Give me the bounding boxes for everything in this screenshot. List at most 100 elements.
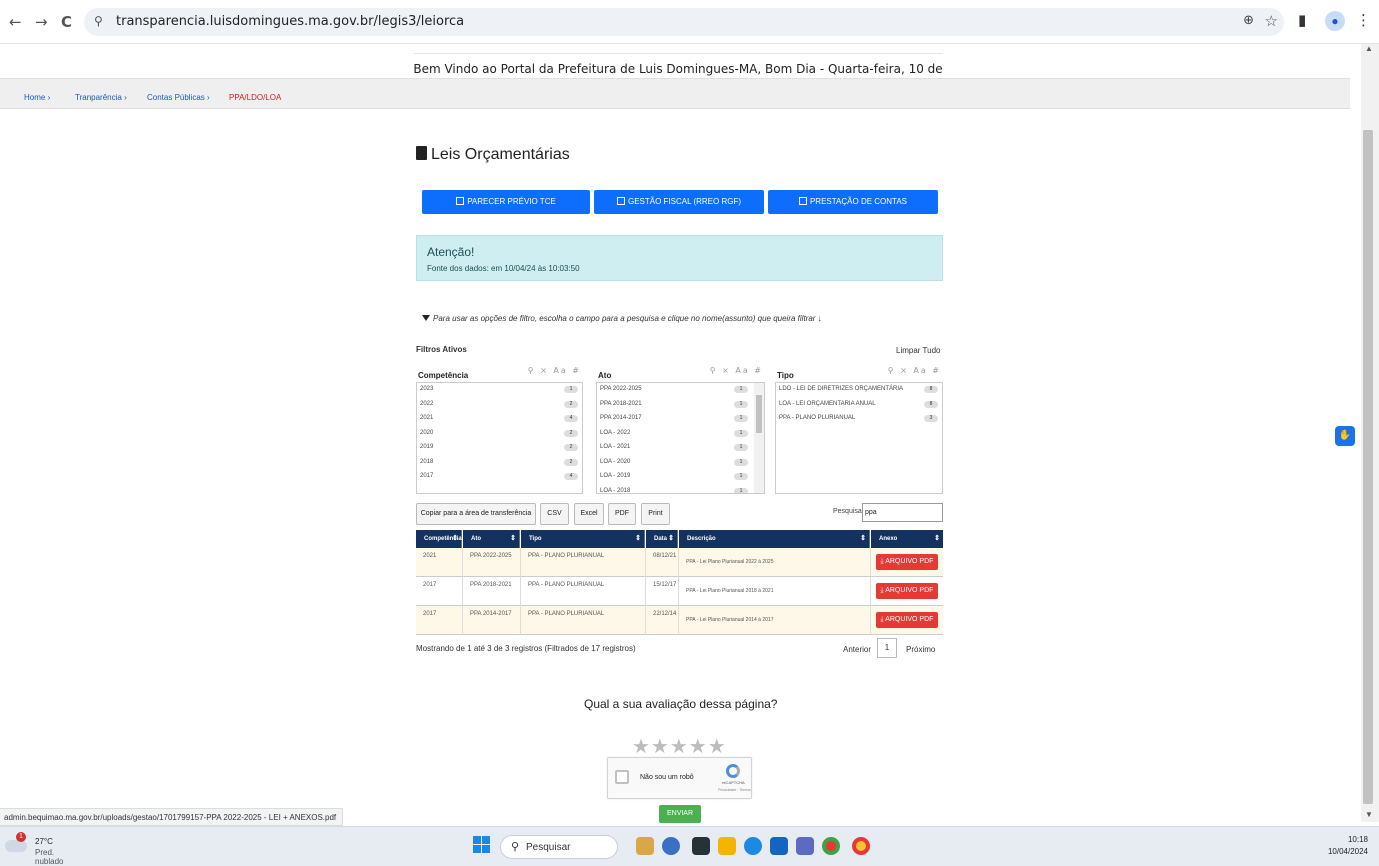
copilot-app-icon[interactable] <box>662 837 680 855</box>
col-data[interactable]: Data ⇕ <box>646 530 678 548</box>
filter-option[interactable]: 2020 2 <box>417 427 582 442</box>
pdf-button[interactable]: PDF <box>608 503 636 525</box>
bookmark-star-icon[interactable]: ☆ <box>1265 12 1278 30</box>
filter-option[interactable]: 2022 2 <box>417 398 582 413</box>
filter-competencia-list[interactable]: 2023 1 2022 2 2021 4 2020 2 2019 2 2018 2 2017 4 <box>416 382 583 494</box>
filter-option[interactable]: PPA 2018-2021 1 <box>597 398 764 413</box>
task-view-icon[interactable] <box>692 837 710 855</box>
page-title: Leis Orçamentárias <box>416 146 570 164</box>
chrome-active-app-icon[interactable] <box>852 837 870 855</box>
edge-browser-icon[interactable] <box>744 837 762 855</box>
excel-button[interactable]: Excel <box>574 503 604 525</box>
col-descricao[interactable]: Descrição ⇕ <box>679 530 870 548</box>
widgets-app-icon[interactable] <box>636 837 654 855</box>
sort-icon[interactable]: ⇕ <box>452 530 458 548</box>
file-explorer-icon[interactable] <box>718 837 736 855</box>
copy-clipboard-button[interactable]: Copiar para a área de transferência <box>416 503 536 525</box>
sort-icon[interactable]: ⇕ <box>934 530 940 548</box>
filter-list-scrollbar[interactable] <box>754 383 764 493</box>
filter-option[interactable]: 2021 4 <box>417 412 582 427</box>
gestao-fiscal-button[interactable]: GESTÃO FISCAL (RREO RGF) <box>594 190 764 214</box>
cell-tipo: PPA - PLANO PLURIANUAL <box>521 548 646 577</box>
filter-option[interactable]: PPA 2022-2025 1 <box>597 383 764 398</box>
filter-option[interactable]: PPA 2014-2017 1 <box>597 412 764 427</box>
filter-tools[interactable]: ⚲ × Aa # <box>888 366 941 375</box>
filter-option[interactable]: LOA - 2021 1 <box>597 441 764 456</box>
scroll-down-arrow-icon[interactable]: ▼ <box>1365 810 1373 819</box>
filter-option[interactable]: 2019 2 <box>417 441 582 456</box>
filter-competencia-label: Competência <box>418 371 469 380</box>
table-row: 2017 PPA 2018-2021 PPA - PLANO PLURIANUAL 1… <box>416 577 943 606</box>
filter-option[interactable]: LOA - 2018 1 <box>597 485 764 493</box>
filter-tipo-list[interactable]: LDO - LEI DE DIRETRIZES ORÇAMENTÁRIA 8 LOA… <box>775 382 943 494</box>
breadcrumb-transparencia[interactable]: Tranparência › <box>75 93 127 102</box>
url-text[interactable]: transparencia.luisdomingues.ma.gov.br/le… <box>116 14 464 29</box>
sort-icon[interactable]: ⇕ <box>510 530 516 548</box>
scrollbar-thumb[interactable] <box>1363 130 1373 804</box>
weather-temp: 27°C <box>35 837 53 846</box>
filter-option[interactable]: 2023 1 <box>417 383 582 398</box>
teams-app-icon[interactable] <box>796 837 814 855</box>
store-app-icon[interactable] <box>770 837 788 855</box>
filter-option-count: 1 <box>734 487 748 493</box>
print-button[interactable]: Print <box>641 503 670 525</box>
filter-option[interactable]: PPA - PLANO PLURIANUAL 3 <box>776 412 942 427</box>
previous-page-button[interactable]: Anterior <box>843 645 871 654</box>
cell-competencia: 2021 <box>416 548 463 577</box>
filter-option[interactable]: LOA - LEI ORÇAMENTARIA ANUAL 8 <box>776 398 942 413</box>
scroll-up-arrow-icon[interactable]: ▲ <box>1365 44 1373 53</box>
filter-ato-list[interactable]: PPA 2022-2025 1 PPA 2018-2021 1 PPA 2014-201… <box>596 382 765 494</box>
taskbar-clock[interactable]: 10:18 10/04/2024 <box>1306 835 1368 856</box>
side-panel-icon[interactable]: ▮ <box>1298 11 1306 29</box>
filter-option[interactable]: 2017 4 <box>417 470 582 485</box>
taskbar-search[interactable]: ⚲ Pesquisar <box>500 835 618 859</box>
sort-icon[interactable]: ⇕ <box>668 530 674 548</box>
forward-button[interactable]: → <box>35 13 48 31</box>
sort-icon[interactable]: ⇕ <box>635 530 641 548</box>
download-pdf-button[interactable]: ⤓ ARQUIVO PDF <box>876 554 938 570</box>
reload-button[interactable]: C <box>61 13 72 31</box>
filter-option-count: 2 <box>564 444 578 451</box>
rating-stars[interactable]: ★★★★★ <box>632 734 727 758</box>
download-pdf-button[interactable]: ⤓ ARQUIVO PDF <box>876 583 938 599</box>
address-bar[interactable]: ⚲ transparencia.luisdomingues.ma.gov.br/… <box>84 8 1284 36</box>
submit-button[interactable]: ENVIAR <box>659 805 701 823</box>
filter-tools[interactable]: ⚲ × Aa # <box>528 366 581 375</box>
sort-icon[interactable]: ⇕ <box>860 530 866 548</box>
zoom-icon[interactable]: ⊕ <box>1243 13 1254 28</box>
col-tipo[interactable]: Tipo ⇕ <box>521 530 645 548</box>
filter-option[interactable]: LOA - 2022 1 <box>597 427 764 442</box>
prestacao-contas-button[interactable]: PRESTAÇÃO DE CONTAS <box>768 190 938 214</box>
col-ato[interactable]: Ato ⇕ <box>463 530 520 548</box>
filter-option[interactable]: 2018 2 <box>417 456 582 471</box>
menu-kebab-icon[interactable]: ⋮ <box>1356 11 1371 29</box>
recaptcha-links[interactable]: Privacidade - Termos <box>718 788 751 792</box>
search-input[interactable]: ppa <box>862 503 943 522</box>
filter-list-scroll-thumb[interactable] <box>756 395 762 433</box>
col-anexo[interactable]: Anexo ⇕ <box>871 530 943 548</box>
breadcrumb-home[interactable]: Home › <box>24 93 50 102</box>
recaptcha-brand: reCAPTCHA <box>722 780 745 785</box>
filter-option[interactable]: LOA - 2020 1 <box>597 456 764 471</box>
col-competencia[interactable]: Competência ⇕ <box>416 530 462 548</box>
breadcrumb-contas-publicas[interactable]: Contas Públicas › <box>147 93 210 102</box>
download-pdf-button[interactable]: ⤓ ARQUIVO PDF <box>876 612 938 628</box>
back-button[interactable]: ← <box>9 13 22 31</box>
clear-all-link[interactable]: Limpar Tudo <box>896 346 940 355</box>
page-scrollbar[interactable]: ▲ ▼ <box>1361 44 1379 822</box>
csv-button[interactable]: CSV <box>540 503 569 525</box>
filter-option-name: LDO - LEI DE DIRETRIZES ORÇAMENTÁRIA <box>779 386 904 392</box>
parecer-previo-button[interactable]: PARECER PRÉVIO TCE <box>422 190 590 214</box>
page-number-button[interactable]: 1 <box>877 638 897 658</box>
accessibility-hand-icon[interactable]: ✋ <box>1335 426 1355 446</box>
filter-tools[interactable]: ⚲ × Aa # <box>710 366 763 375</box>
recaptcha-checkbox[interactable] <box>615 770 629 784</box>
filter-option[interactable]: LDO - LEI DE DIRETRIZES ORÇAMENTÁRIA 8 <box>776 383 942 398</box>
windows-start-icon[interactable] <box>473 836 491 854</box>
site-info-icon[interactable]: ⚲ <box>94 14 103 28</box>
external-link-icon <box>798 197 807 205</box>
next-page-button[interactable]: Próximo <box>906 645 935 654</box>
chrome-app-icon[interactable] <box>822 837 840 855</box>
profile-avatar[interactable]: ● <box>1325 11 1345 31</box>
filter-option[interactable]: LOA - 2019 1 <box>597 470 764 485</box>
